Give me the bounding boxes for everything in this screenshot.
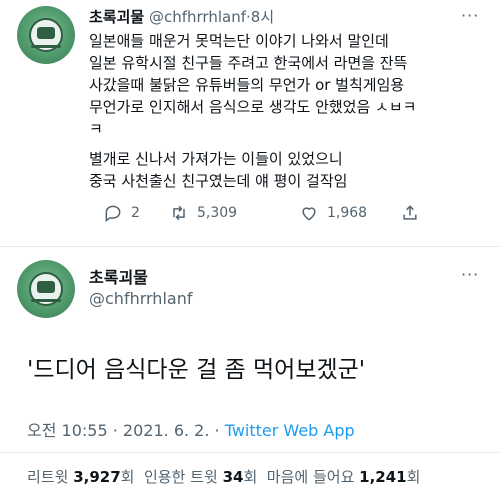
avatar-caption	[31, 45, 61, 48]
tweet-line: 사갔을때 불닭은 유튜버들의 무언가 or 벌칙게임용	[89, 76, 405, 94]
divider	[0, 452, 500, 453]
quotes-unit: 회	[243, 468, 258, 486]
quotes-value: 34	[222, 468, 244, 486]
tweet-line: 중국 사천출신 친구였는데 얘 평이 걸작임	[89, 172, 348, 190]
tweet-header: 초록괴물 @chfhrrhlanf·8시	[89, 6, 274, 27]
likes-label: 마음에 들어요	[266, 468, 355, 486]
quotes-stat[interactable]: 인용한 트윗 34회	[144, 468, 257, 486]
retweet-count: 5,309	[197, 205, 238, 221]
avatar[interactable]	[17, 260, 75, 318]
tweet-line: 일본애들 매운거 못먹는단 이야기 나와서 말인데	[89, 32, 389, 50]
tweet-time[interactable]: 8시	[251, 8, 274, 26]
tweet-source[interactable]: Twitter Web App	[225, 421, 355, 440]
tweet-line: 무언가로 인지해서 음식으로 생각도 안했었음 ㅅㅂㅋ	[89, 98, 417, 116]
tweet-actions: 2 5,309 1,968	[89, 203, 419, 225]
like-button[interactable]: 1,968	[299, 203, 367, 223]
tweet-line: ㅋ	[89, 120, 103, 138]
tweet-line: 별개로 신나서 가져가는 이들이 있었으니	[89, 150, 343, 168]
reply-count: 2	[131, 205, 140, 221]
likes-stat[interactable]: 마음에 들어요 1,241회	[267, 468, 421, 486]
tweet-text: 일본애들 매운거 못먹는단 이야기 나와서 말인데 일본 유학시절 친구들 주려…	[89, 30, 489, 192]
display-name[interactable]: 초록괴물	[89, 264, 148, 288]
retweet-icon	[173, 205, 185, 221]
heart-icon	[302, 207, 316, 221]
avatar-mark	[37, 281, 55, 293]
tweet-date[interactable]: 2021. 6. 2.	[123, 421, 210, 440]
retweet-button[interactable]: 5,309	[169, 203, 237, 223]
user-handle[interactable]: @chfhrrhlanf	[149, 8, 246, 26]
retweets-value: 3,927	[73, 468, 121, 486]
avatar-mark	[37, 27, 55, 39]
tweet-time[interactable]: 오전 10:55	[27, 421, 108, 440]
separator: ·	[214, 421, 220, 440]
likes-unit: 회	[406, 468, 421, 486]
separator: ·	[112, 421, 118, 440]
retweets-unit: 회	[120, 468, 135, 486]
like-count: 1,968	[327, 205, 368, 221]
more-icon[interactable]: ···	[461, 6, 479, 25]
share-button[interactable]	[400, 203, 420, 223]
reply-button[interactable]: 2	[103, 203, 140, 223]
tweet-meta: 오전 10:55 · 2021. 6. 2. · Twitter Web App	[27, 417, 355, 441]
divider	[0, 246, 500, 247]
retweets-label: 리트윗	[27, 468, 69, 486]
reply-icon	[105, 205, 121, 222]
tweet-stats: 리트윗 3,927회 인용한 트윗 34회 마음에 들어요 1,241회	[27, 466, 420, 487]
retweets-stat[interactable]: 리트윗 3,927회	[27, 468, 134, 486]
avatar-caption	[31, 299, 61, 302]
tweet-line: 일본 유학시절 친구들 주려고 한국에서 라면을 잔뜩	[89, 54, 408, 72]
avatar[interactable]	[17, 6, 75, 64]
share-icon	[403, 205, 417, 220]
quotes-label: 인용한 트윗	[144, 468, 218, 486]
tweet-text: '드디어 음식다운 걸 좀 먹어보겠군'	[27, 357, 366, 383]
likes-value: 1,241	[359, 468, 407, 486]
user-handle[interactable]: @chfhrrhlanf	[89, 289, 192, 308]
display-name[interactable]: 초록괴물	[89, 8, 144, 26]
more-icon[interactable]: ···	[461, 265, 479, 284]
